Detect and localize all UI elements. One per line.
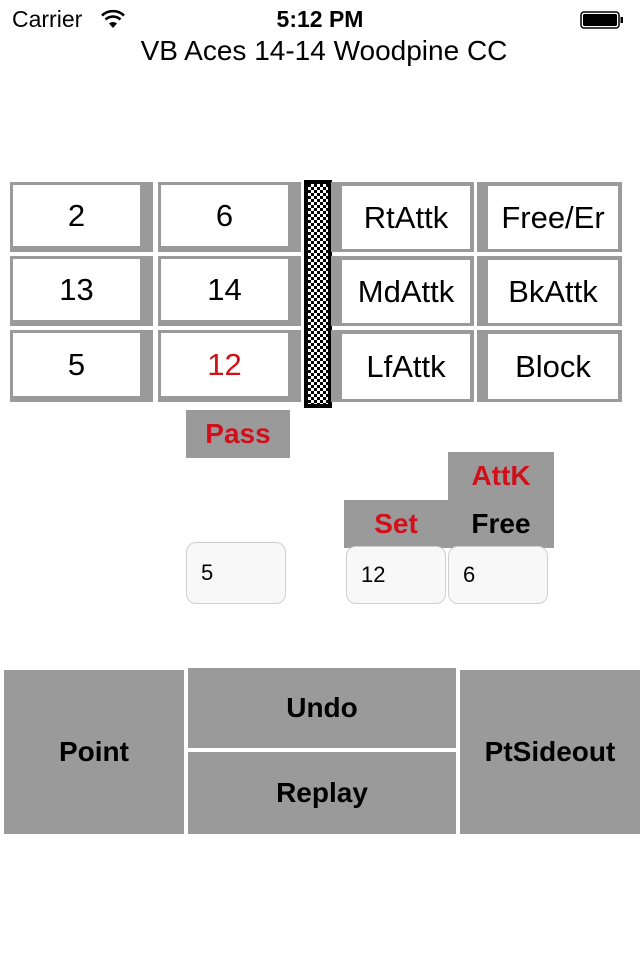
- player-cell[interactable]: 2: [10, 182, 153, 252]
- action-label: BkAttk: [488, 260, 618, 323]
- player-cell[interactable]: 13: [10, 256, 153, 326]
- action-bk-attk-button[interactable]: BkAttk: [477, 256, 622, 326]
- set-player-field[interactable]: 12: [346, 546, 446, 604]
- attk-label: AttK: [448, 452, 554, 500]
- player-cell-selected[interactable]: 12: [158, 330, 301, 402]
- action-label: RtAttk: [342, 186, 470, 249]
- action-rt-attk-button[interactable]: RtAttk: [331, 182, 474, 252]
- status-time: 5:12 PM: [276, 6, 364, 32]
- action-block-button[interactable]: Block: [477, 330, 622, 402]
- player-number: 5: [13, 333, 140, 396]
- player-number: 12: [161, 333, 288, 396]
- action-label: Block: [488, 334, 618, 399]
- point-button[interactable]: Point: [4, 670, 184, 834]
- set-label: Set: [344, 500, 448, 548]
- player-number: 13: [13, 259, 140, 320]
- player-number: 14: [161, 259, 288, 320]
- pass-player-field[interactable]: 5: [186, 542, 286, 604]
- free-player-field[interactable]: 6: [448, 546, 548, 604]
- undo-button[interactable]: Undo: [188, 668, 456, 748]
- player-number: 6: [161, 185, 288, 246]
- pt-sideout-button[interactable]: PtSideout: [460, 670, 640, 834]
- replay-button[interactable]: Replay: [188, 752, 456, 834]
- action-label: Free/Er: [488, 186, 618, 249]
- player-cell[interactable]: 14: [158, 256, 301, 326]
- player-cell[interactable]: 6: [158, 182, 301, 252]
- player-cell[interactable]: 5: [10, 330, 153, 402]
- action-free-er-button[interactable]: Free/Er: [477, 182, 622, 252]
- action-lf-attk-button[interactable]: LfAttk: [331, 330, 474, 402]
- net-divider: [304, 180, 332, 408]
- free-label: Free: [448, 500, 554, 548]
- pass-label: Pass: [186, 410, 290, 458]
- action-label: MdAttk: [342, 260, 470, 323]
- battery-full-icon: [580, 11, 623, 29]
- action-md-attk-button[interactable]: MdAttk: [331, 256, 474, 326]
- action-label: LfAttk: [342, 334, 470, 399]
- match-title: VB Aces 14-14 Woodpine CC: [140, 35, 508, 66]
- player-number: 2: [13, 185, 140, 246]
